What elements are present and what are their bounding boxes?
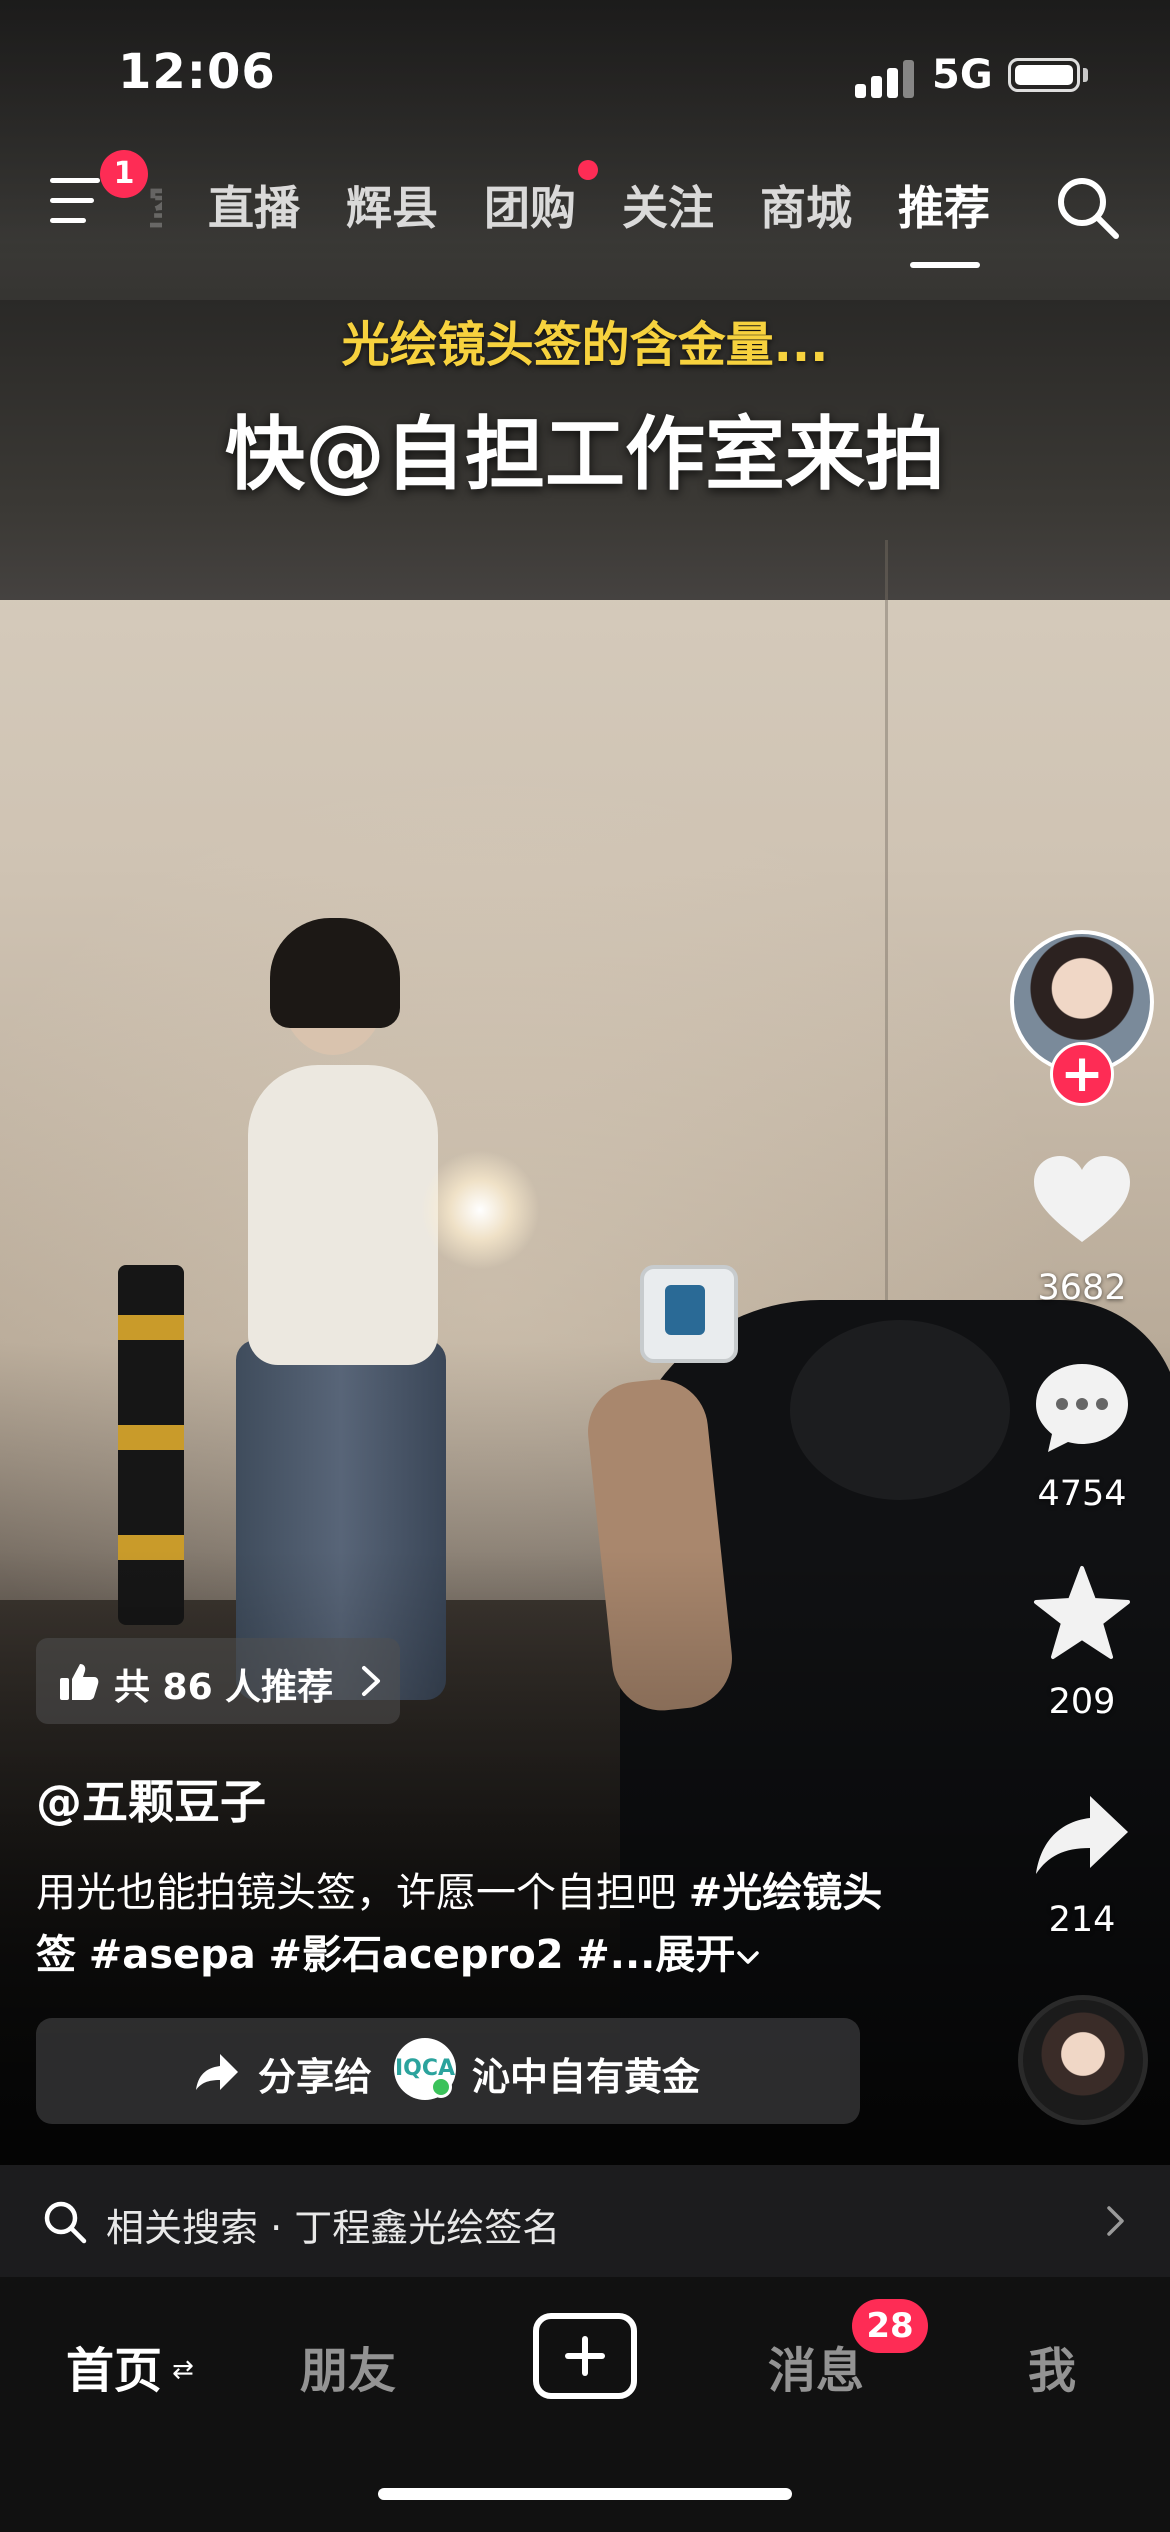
favorite-star-icon[interactable] <box>1030 1564 1134 1664</box>
video-light-glow <box>420 1150 540 1270</box>
hashtag-truncated[interactable]: #... <box>576 1932 655 1978</box>
recommend-pill[interactable]: 共 86 人推荐 <box>36 1638 400 1724</box>
follow-plus-icon[interactable]: + <box>1050 1042 1114 1106</box>
like-heart-icon[interactable] <box>1030 1150 1134 1250</box>
comment-icon[interactable] <box>1030 1358 1134 1458</box>
friend-name: 沁中自有黄金 <box>472 2055 701 2099</box>
messages-badge: 28 <box>852 2299 928 2353</box>
share-count: 214 <box>1048 1900 1116 1940</box>
douyin-feed-screen: 12:06 5G 1 室 直播 辉县 团购 关注 商城 推荐 光绘镜头签的含金量… <box>0 0 1170 2532</box>
tab-me[interactable]: 我 <box>1028 2331 1076 2401</box>
share-arrow-icon[interactable] <box>1030 1786 1134 1886</box>
video-photographer-head <box>790 1320 1010 1500</box>
thumbs-up-icon <box>60 1664 99 1700</box>
tab-mall[interactable]: 商城 <box>760 172 852 238</box>
signal-icon <box>855 58 917 98</box>
share-to-friend-bar[interactable]: 分享给 IQCA 沁中自有黄金 <box>36 2018 860 2124</box>
music-disc[interactable] <box>1018 1995 1148 2125</box>
tab-following[interactable]: 关注 <box>622 172 714 238</box>
related-search-text: 相关搜索 · 丁程鑫光绘签名 <box>106 2206 561 2250</box>
active-tab-underline <box>910 262 980 268</box>
swap-icon[interactable]: ⇄ <box>172 2355 194 2385</box>
video-caption-title: 快@自担工作室来拍 <box>225 408 945 501</box>
tab-home[interactable]: 首页 <box>66 2331 162 2401</box>
tab-friends[interactable]: 朋友 <box>300 2331 396 2401</box>
status-time: 12:06 <box>118 44 276 100</box>
tab-live[interactable]: 直播 <box>208 172 300 238</box>
tab-messages[interactable]: 消息 <box>768 2331 864 2401</box>
author-name[interactable]: @五颗豆子 <box>36 1766 266 1832</box>
video-person-body <box>248 1065 438 1365</box>
like-count: 3682 <box>1037 1268 1127 1308</box>
battery-cap <box>1083 68 1088 82</box>
video-caption-subtitle: 光绘镜头签的含金量... <box>341 317 829 373</box>
hashtag-acepro2[interactable]: #影石acepro2 <box>269 1932 564 1978</box>
favorite-count: 209 <box>1048 1682 1116 1722</box>
tab-local[interactable]: 辉县 <box>346 172 438 238</box>
create-plus-button[interactable] <box>533 2313 637 2399</box>
online-status-dot <box>430 2076 452 2098</box>
related-search-bar[interactable]: 相关搜索 · 丁程鑫光绘签名 <box>0 2165 1170 2277</box>
expand-link[interactable]: 展开 <box>655 1932 735 1978</box>
search-icon-small <box>44 2201 87 2244</box>
chevron-right-icon <box>1107 2206 1124 2236</box>
chevron-right-icon <box>362 1666 380 1696</box>
group-buy-dot <box>578 160 598 180</box>
video-top-shade <box>0 0 1170 260</box>
chevron-down-icon <box>737 1951 760 1964</box>
network-type: 5G <box>932 52 993 98</box>
video-person-hair <box>270 918 400 1028</box>
tab-partial[interactable]: 室 <box>148 172 162 238</box>
share-label: 分享给 <box>258 2055 373 2099</box>
search-icon[interactable] <box>1052 172 1122 242</box>
recommend-count-text: 共 86 人推荐 <box>114 1667 334 1708</box>
comment-count: 4754 <box>1037 1474 1127 1514</box>
menu-icon[interactable] <box>50 178 108 228</box>
battery-icon <box>1008 58 1080 92</box>
video-camera-screen <box>665 1285 705 1335</box>
share-icon <box>196 2054 238 2090</box>
hashtag-asepa[interactable]: #asepa <box>89 1932 256 1978</box>
tab-group-buy[interactable]: 团购 <box>484 172 576 238</box>
post-description[interactable]: 用光也能拍镜头签，许愿一个自担吧 #光绘镜头签 #asepa #影石acepro… <box>36 1862 896 1986</box>
tab-recommend[interactable]: 推荐 <box>898 172 990 238</box>
description-text: 用光也能拍镜头签，许愿一个自担吧 <box>36 1870 689 1916</box>
menu-badge: 1 <box>100 150 148 198</box>
home-indicator <box>378 2488 792 2500</box>
